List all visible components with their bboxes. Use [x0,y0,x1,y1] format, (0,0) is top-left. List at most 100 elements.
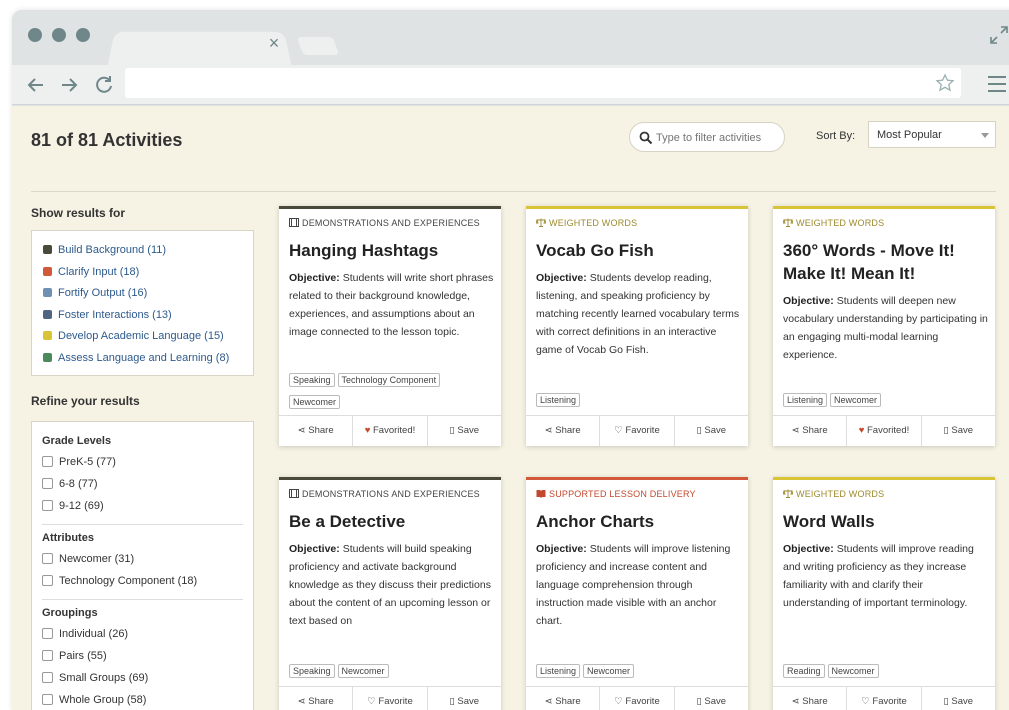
checkbox-prek-5[interactable]: PreK-5 (77) [42,456,116,468]
legend-item-foster-interactions[interactable]: Foster Interactions (13) [43,309,172,321]
checkbox-box[interactable] [42,456,53,467]
card-title[interactable]: 360° Words - Move It! Make It! Mean It! [783,239,988,285]
heart-filled-icon: ♥ [364,425,373,436]
legend-item-develop-academic-language[interactable]: Develop Academic Language (15) [43,330,224,342]
favorite-button[interactable]: ♥ Favorited! [353,416,428,446]
share-button[interactable]: ⋖ Share [773,687,848,710]
card-title[interactable]: Anchor Charts [536,510,741,533]
back-arrow-icon[interactable] [24,73,48,97]
address-bar[interactable] [125,68,961,98]
bookmark-star-icon[interactable] [935,73,955,93]
close-window-dot[interactable] [28,28,42,42]
activity-card-anchor-charts[interactable]: SUPPORTED LESSON DELIVERY Anchor Charts … [526,477,748,710]
share-icon: ⋖ [544,696,556,707]
card-category: SUPPORTED LESSON DELIVERY [536,489,696,499]
save-button[interactable]: ▯ Save [428,416,501,446]
forward-arrow-icon[interactable] [57,73,81,97]
scale-icon [783,489,793,498]
heart-filled-icon: ♥ [858,425,867,436]
checkbox-box[interactable] [42,672,53,683]
checkbox-pairs[interactable]: Pairs (55) [42,650,107,662]
legend-swatch [43,353,52,362]
checkbox-box[interactable] [42,694,53,705]
fullscreen-icon[interactable] [988,24,1009,46]
card-title[interactable]: Word Walls [783,510,988,533]
save-button[interactable]: ▯ Save [675,687,748,710]
favorite-button[interactable]: ♡ Favorite [847,687,922,710]
activity-card-word-walls[interactable]: WEIGHTED WORDS Word Walls Objective: Stu… [773,477,995,710]
activity-card-360-words[interactable]: WEIGHTED WORDS 360° Words - Move It! Mak… [773,206,995,446]
legend-item-clarify-input[interactable]: Clarify Input (18) [43,266,139,278]
page-content: 81 of 81 Activities Sort By: Most Popula… [12,106,1009,710]
browser-toolbar [12,65,1009,105]
activity-card-vocab-go-fish[interactable]: WEIGHTED WORDS Vocab Go Fish Objective: … [526,206,748,446]
filter-search[interactable] [629,122,785,152]
card-tags: Speaking Technology Component Newcomer [289,370,494,414]
activity-card-hanging-hashtags[interactable]: DEMONSTRATIONS AND EXPERIENCES Hanging H… [279,206,501,446]
hamburger-menu-icon[interactable] [986,73,1008,95]
new-tab-button[interactable] [296,37,340,55]
share-button[interactable]: ⋖ Share [773,416,848,446]
tag: Newcomer [583,664,635,678]
card-actions: ⋖ Share ♥ Favorited! ▯ Save [279,415,501,446]
tab-close-icon[interactable]: × [265,34,283,52]
checkbox-newcomer[interactable]: Newcomer (31) [42,553,134,565]
share-button[interactable]: ⋖ Share [279,687,354,710]
card-tags: Listening Newcomer [536,661,741,683]
checkbox-box[interactable] [42,500,53,511]
tag: Newcomer [337,664,389,678]
favorite-button[interactable]: ♡ Favorite [600,416,675,446]
card-actions: ⋖ Share ♡ Favorite ▯ Save [526,415,748,446]
save-button[interactable]: ▯ Save [922,416,995,446]
save-button[interactable]: ▯ Save [922,687,995,710]
checkbox-6-8[interactable]: 6-8 (77) [42,478,98,490]
checkbox-box[interactable] [42,478,53,489]
checkbox-individual[interactable]: Individual (26) [42,628,128,640]
card-actions: ⋖ Share ♥ Favorited! ▯ Save [773,415,995,446]
save-button[interactable]: ▯ Save [428,687,501,710]
card-actions: ⋖ Share ♡ Favorite ▯ Save [279,686,501,710]
scale-icon [536,218,546,227]
legend-item-build-background[interactable]: Build Background (11) [43,244,166,256]
legend-item-assess-language[interactable]: Assess Language and Learning (8) [43,352,229,364]
checkbox-small-groups[interactable]: Small Groups (69) [42,672,148,684]
card-objective: Objective: Students develop reading, lis… [536,272,740,356]
bookmark-icon: ▯ [696,696,705,707]
activity-card-be-a-detective[interactable]: DEMONSTRATIONS AND EXPERIENCES Be a Dete… [279,477,501,710]
card-actions: ⋖ Share ♡ Favorite ▯ Save [526,686,748,710]
bookmark-icon: ▯ [449,696,458,707]
share-button[interactable]: ⋖ Share [526,687,601,710]
tag: Newcomer [830,393,882,407]
minimize-window-dot[interactable] [52,28,66,42]
checkbox-technology-component[interactable]: Technology Component (18) [42,575,197,587]
checkbox-box[interactable] [42,575,53,586]
zoom-window-dot[interactable] [76,28,90,42]
checkbox-box[interactable] [42,628,53,639]
card-tags: Speaking Newcomer [289,661,494,683]
legend-swatch [43,310,52,319]
card-category: WEIGHTED WORDS [783,489,884,499]
filter-input[interactable] [656,129,776,147]
checkbox-box[interactable] [42,650,53,661]
favorite-button[interactable]: ♡ Favorite [353,687,428,710]
favorite-button[interactable]: ♥ Favorited! [847,416,922,446]
favorite-button[interactable]: ♡ Favorite [600,687,675,710]
checkbox-whole-group[interactable]: Whole Group (58) [42,694,146,706]
book-icon [536,490,546,498]
legend-item-fortify-output[interactable]: Fortify Output (16) [43,287,147,299]
share-button[interactable]: ⋖ Share [279,416,354,446]
checkbox-9-12[interactable]: 9-12 (69) [42,500,104,512]
share-icon: ⋖ [791,425,803,436]
reload-icon[interactable] [92,73,116,97]
card-title[interactable]: Hanging Hashtags [289,239,494,262]
sort-select[interactable]: Most Popular [868,121,996,148]
heart-outline-icon: ♡ [861,696,873,707]
group-heading-groupings: Groupings [42,607,98,619]
save-button[interactable]: ▯ Save [675,416,748,446]
card-tags: Listening Newcomer [783,390,988,412]
card-title[interactable]: Vocab Go Fish [536,239,741,262]
share-button[interactable]: ⋖ Share [526,416,601,446]
card-title[interactable]: Be a Detective [289,510,494,533]
share-icon: ⋖ [791,696,803,707]
checkbox-box[interactable] [42,553,53,564]
